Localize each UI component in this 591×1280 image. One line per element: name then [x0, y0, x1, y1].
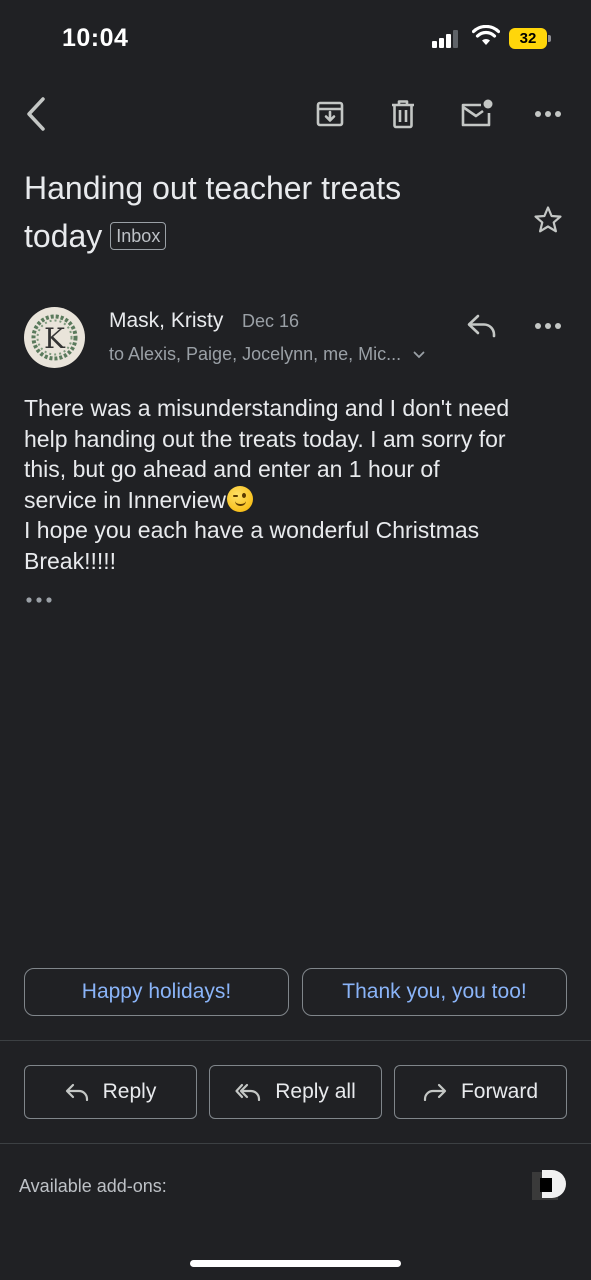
archive-icon: [316, 101, 344, 127]
forward-label: Forward: [460, 1080, 539, 1103]
ellipsis-icon: [26, 597, 52, 603]
chevron-down-icon: [413, 351, 425, 358]
message-body: There was a misunderstanding and I don't…: [24, 393, 569, 576]
battery-level: 32: [509, 28, 547, 49]
divider: [0, 1040, 591, 1041]
addon-button[interactable]: [530, 1166, 568, 1204]
home-indicator[interactable]: [190, 1260, 401, 1267]
email-date: Dec 16: [242, 311, 300, 331]
more-icon: [535, 111, 561, 117]
subject-line-1: Handing out teacher treats: [24, 170, 402, 206]
message-more-button[interactable]: [526, 304, 570, 348]
wifi-icon: [472, 25, 500, 45]
winking-face-emoji-icon: [226, 485, 253, 512]
body-line-with-emoji: service in Innerview: [24, 485, 569, 516]
status-bar: 10:04 32: [0, 0, 591, 80]
body-line: I hope you each have a wonderful Christm…: [24, 517, 480, 543]
trash-icon: [392, 100, 414, 129]
more-options-button[interactable]: [526, 92, 570, 136]
addon-logo-icon: [532, 1170, 566, 1200]
reply-all-label: Reply all: [275, 1080, 356, 1103]
body-line: There was a misunderstanding and I don't…: [24, 395, 510, 421]
recipients-text: to Alexis, Paige, Jocelynn, me, Mic...: [109, 344, 402, 364]
wreath-monogram-icon: K: [31, 314, 78, 361]
archive-button[interactable]: [308, 92, 352, 136]
cellular-signal-icon: [432, 30, 462, 48]
reply-all-button[interactable]: Reply all: [209, 1065, 382, 1119]
reply-all-icon: [235, 1083, 261, 1101]
reply-icon: [65, 1083, 88, 1101]
addons-label: Available add-ons:: [19, 1176, 167, 1196]
recipients-toggle[interactable]: to Alexis, Paige, Jocelynn, me, Mic...: [109, 344, 425, 365]
star-button[interactable]: [526, 198, 570, 242]
back-button[interactable]: [14, 92, 58, 136]
battery-icon: 32: [509, 28, 551, 49]
show-trimmed-content-button[interactable]: [24, 590, 54, 610]
delete-button[interactable]: [381, 92, 425, 136]
mark-unread-icon: [461, 99, 493, 127]
sender-avatar[interactable]: K: [24, 307, 85, 368]
forward-button[interactable]: Forward: [394, 1065, 567, 1119]
body-line: Break!!!!!: [24, 547, 117, 574]
back-icon: [27, 97, 45, 131]
email-subject: Handing out teacher treats today Inbox: [24, 164, 504, 260]
smart-reply-button[interactable]: Happy holidays!: [24, 968, 289, 1016]
reply-button[interactable]: Reply: [24, 1065, 197, 1119]
reply-icon: [467, 314, 496, 338]
status-time: 10:04: [62, 24, 129, 52]
quick-reply-button[interactable]: [460, 304, 504, 348]
avatar-letter: K: [44, 322, 66, 355]
body-line: help handing out the treats today. I am …: [24, 425, 506, 452]
subject-line-2: today: [24, 218, 103, 254]
inbox-label-badge[interactable]: Inbox: [110, 221, 167, 250]
divider: [0, 1143, 591, 1144]
forward-icon: [423, 1083, 447, 1101]
body-line: service in Innerview: [24, 486, 226, 513]
star-icon: [534, 206, 562, 233]
smart-reply-button[interactable]: Thank you, you too!: [302, 968, 567, 1016]
reply-label: Reply: [102, 1080, 157, 1103]
body-line: this, but go ahead and enter an 1 hour o…: [24, 456, 440, 482]
mark-unread-button[interactable]: [454, 92, 498, 136]
more-icon: [535, 323, 561, 329]
sender-name[interactable]: Mask, Kristy: [109, 309, 223, 333]
